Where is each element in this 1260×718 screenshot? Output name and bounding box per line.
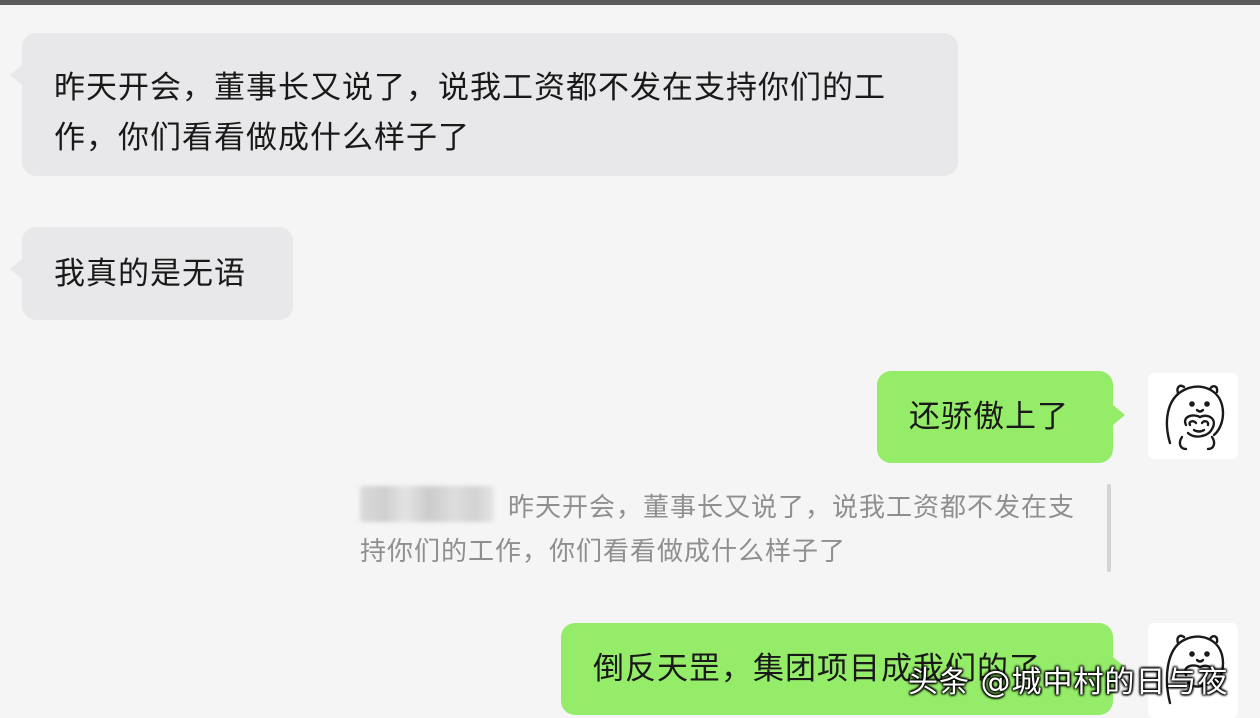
- cartoon-bear-icon[interactable]: [1148, 373, 1238, 459]
- quote-divider: [1107, 484, 1111, 572]
- message-text: 还骄傲上了: [909, 399, 1069, 435]
- quoted-message[interactable]: 昨天开会，董事长又说了，说我工资都不发在支持你们的工作，你们看看做成什么样子了: [360, 486, 1080, 574]
- incoming-message-bubble[interactable]: 我真的是无语: [10, 227, 293, 320]
- message-text: 我真的是无语: [54, 256, 246, 292]
- blurred-sender-name: [360, 486, 494, 522]
- message-text: 昨天开会，董事长又说了，说我工资都不发在支持你们的工作，你们看看做成什么样子了: [54, 70, 886, 156]
- incoming-message-bubble[interactable]: 昨天开会，董事长又说了，说我工资都不发在支持你们的工作，你们看看做成什么样子了: [10, 33, 958, 176]
- watermark: 头条 @城中村的日与夜: [908, 665, 1229, 700]
- outgoing-message-bubble[interactable]: 还骄傲上了: [877, 371, 1125, 463]
- window-top-edge: [0, 0, 1260, 5]
